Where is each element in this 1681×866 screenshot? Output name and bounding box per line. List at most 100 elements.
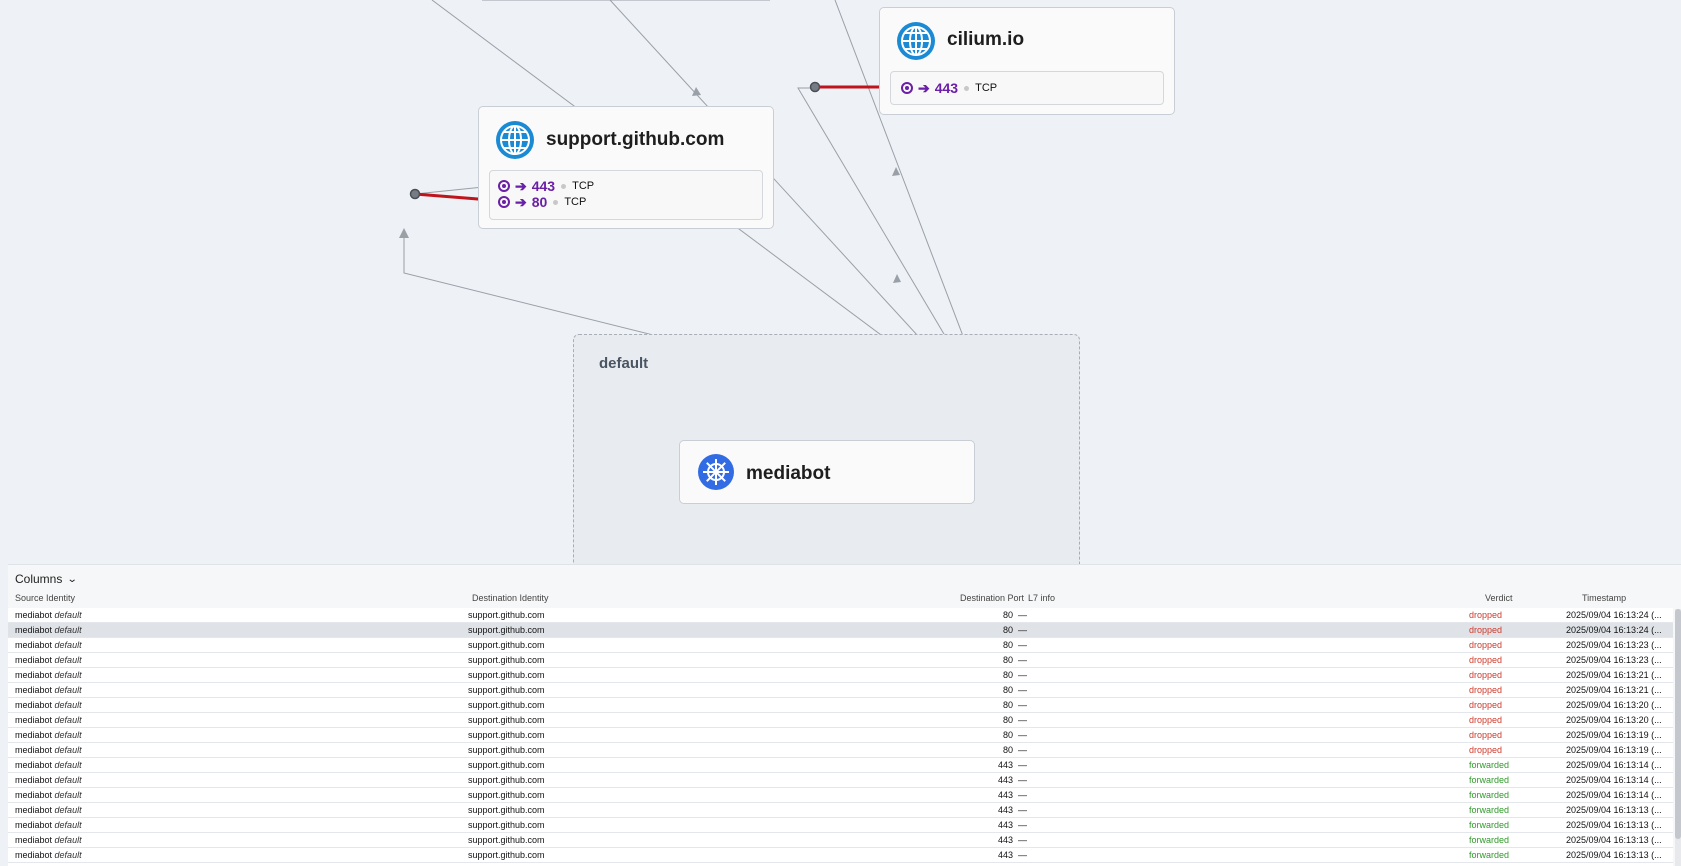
source-namespace: default [54,730,82,740]
source-namespace: default [54,640,82,650]
cell-verdict: forwarded [1469,835,1510,845]
source-name: mediabot [15,820,53,830]
cell-timestamp: 2025/09/04 16:13:13 (... [1566,850,1662,860]
port-protocol: TCP [564,196,587,208]
cell-verdict: forwarded [1469,805,1510,815]
header-timestamp[interactable]: Timestamp [1582,593,1626,603]
cell-l7-info: — [1018,790,1027,800]
cell-destination-identity: support.github.com [468,775,545,785]
node-mediabot[interactable]: mediabot [679,440,975,504]
table-row[interactable]: mediabot default support.github.com 443 — fo… [8,773,1673,788]
source-namespace: default [54,835,82,845]
node-cilium-io[interactable]: cilium.io ➔ 443 TCP [879,7,1175,115]
cell-timestamp: 2025/09/04 16:13:19 (... [1566,745,1662,755]
source-name: mediabot [15,715,53,725]
source-namespace: default [54,790,82,800]
cell-verdict: forwarded [1469,850,1510,860]
table-row[interactable]: mediabot default support.github.com 80 — dro… [8,623,1673,638]
cell-destination-port: 443 [997,775,1013,785]
cell-source-identity: mediabot default [15,610,82,620]
cell-l7-info: — [1018,610,1027,620]
cell-destination-identity: support.github.com [468,805,545,815]
table-row[interactable]: mediabot default support.github.com 80 — dro… [8,653,1673,668]
port-ring-icon [498,196,510,208]
cell-l7-info: — [1018,685,1027,695]
port-row[interactable]: ➔ 443 TCP [498,178,594,194]
cell-l7-info: — [1018,805,1027,815]
cell-timestamp: 2025/09/04 16:13:24 (... [1566,610,1662,620]
port-ring-icon [901,82,913,94]
service-map-canvas[interactable]: cilium.io ➔ 443 TCP support.github.com ➔… [0,0,1681,565]
columns-label: Columns [15,572,63,586]
table-scrollbar[interactable] [1675,609,1681,866]
cell-source-identity: mediabot default [15,760,82,770]
cell-destination-identity: support.github.com [468,790,545,800]
cell-source-identity: mediabot default [15,715,82,725]
header-verdict[interactable]: Verdict [1485,593,1513,603]
cell-timestamp: 2025/09/04 16:13:14 (... [1566,790,1662,800]
separator-dot [561,183,567,189]
cell-source-identity: mediabot default [15,685,82,695]
cell-destination-identity: support.github.com [468,610,545,620]
node-support-github-com[interactable]: support.github.com ➔ 443 TCP ➔ 80 TCP [478,106,774,229]
port-row[interactable]: ➔ 443 TCP [901,80,997,96]
source-name: mediabot [15,775,53,785]
cell-source-identity: mediabot default [15,655,82,665]
cell-l7-info: — [1018,775,1027,785]
cell-verdict: dropped [1469,670,1503,680]
cell-verdict: forwarded [1469,775,1510,785]
arrow-right-icon: ➔ [515,177,527,194]
table-row[interactable]: mediabot default support.github.com 80 — dro… [8,638,1673,653]
cell-source-identity: mediabot default [15,805,82,815]
cell-source-identity: mediabot default [15,700,82,710]
edge-handle [409,188,421,200]
cell-timestamp: 2025/09/04 16:13:13 (... [1566,835,1662,845]
source-name: mediabot [15,640,53,650]
cell-source-identity: mediabot default [15,625,82,635]
cell-l7-info: — [1018,715,1027,725]
cell-destination-identity: support.github.com [468,745,545,755]
table-row[interactable]: mediabot default support.github.com 443 — fo… [8,833,1673,848]
header-source-identity[interactable]: Source Identity [15,593,75,603]
table-row[interactable]: mediabot default support.github.com 80 — dro… [8,728,1673,743]
cell-timestamp: 2025/09/04 16:13:21 (... [1566,685,1662,695]
header-l7-info[interactable]: L7 info [1028,593,1055,603]
source-name: mediabot [15,760,53,770]
arrow-right-icon: ➔ [918,79,930,96]
cell-destination-port: 80 [1002,715,1013,725]
source-namespace: default [54,850,82,860]
source-namespace: default [54,685,82,695]
kubernetes-wheel-icon [698,454,734,490]
columns-dropdown-button[interactable]: Columns ⌄ [15,569,78,589]
cell-l7-info: — [1018,670,1027,680]
table-row[interactable]: mediabot default support.github.com 80 — dro… [8,743,1673,758]
table-row[interactable]: mediabot default support.github.com 80 — dro… [8,668,1673,683]
source-name: mediabot [15,670,53,680]
port-row[interactable]: ➔ 80 TCP [498,194,586,210]
scrollbar-thumb[interactable] [1675,609,1681,839]
cell-destination-port: 80 [1002,625,1013,635]
table-header: Source Identity Destination Identity Des… [8,591,1673,607]
table-row[interactable]: mediabot default support.github.com 80 — dro… [8,683,1673,698]
source-name: mediabot [15,790,53,800]
table-row[interactable]: mediabot default support.github.com 443 — fo… [8,788,1673,803]
table-row[interactable]: mediabot default support.github.com 443 — fo… [8,818,1673,833]
source-namespace: default [54,670,82,680]
table-row[interactable]: mediabot default support.github.com 80 — dro… [8,698,1673,713]
node-title: cilium.io [947,29,1025,50]
header-destination-identity[interactable]: Destination Identity [472,593,549,603]
table-row[interactable]: mediabot default support.github.com 443 — fo… [8,848,1673,863]
table-row[interactable]: mediabot default support.github.com 443 — fo… [8,803,1673,818]
cell-verdict: forwarded [1469,760,1510,770]
table-row[interactable]: mediabot default support.github.com 80 — dro… [8,608,1673,623]
header-destination-port[interactable]: Destination Port [908,593,1024,603]
source-name: mediabot [15,685,53,695]
cell-l7-info: — [1018,655,1027,665]
table-row[interactable]: mediabot default support.github.com 80 — dro… [8,713,1673,728]
cell-timestamp: 2025/09/04 16:13:23 (... [1566,640,1662,650]
table-row[interactable]: mediabot default support.github.com 443 — fo… [8,758,1673,773]
cell-timestamp: 2025/09/04 16:13:13 (... [1566,805,1662,815]
cell-destination-port: 443 [997,820,1013,830]
cell-source-identity: mediabot default [15,730,82,740]
arrow-right-icon: ➔ [515,193,527,210]
